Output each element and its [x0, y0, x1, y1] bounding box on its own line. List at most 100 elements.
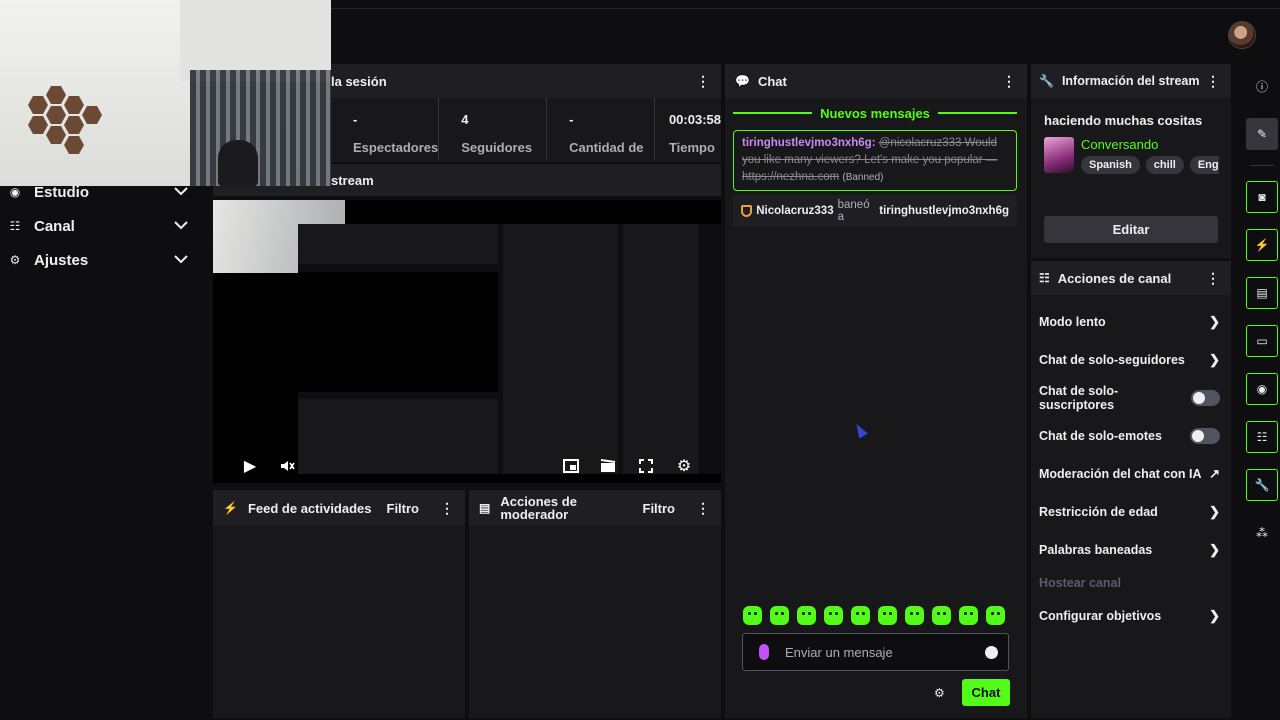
emote-icon[interactable]	[878, 606, 897, 625]
action-label: Modo lento	[1039, 315, 1106, 329]
more-options-icon[interactable]: ⋮	[695, 73, 711, 89]
chevron-down-icon	[174, 219, 194, 233]
chat-bubble-icon[interactable]: ▭	[1246, 325, 1278, 357]
more-options-icon[interactable]: ⋮	[439, 500, 455, 516]
tag[interactable]: chill	[1145, 156, 1184, 174]
broadcast-icon[interactable]: ◉	[1246, 373, 1278, 405]
nested-chat	[503, 224, 618, 474]
action-subscribers-only[interactable]: Chat de solo-suscriptores	[1030, 379, 1230, 417]
camera-icon[interactable]: ◙	[1246, 181, 1278, 213]
pencil-icon[interactable]: ✎	[1246, 118, 1278, 150]
emote-icon[interactable]	[824, 606, 843, 625]
ban-target[interactable]: tiringhustlevjmo3nxh6g	[879, 205, 1009, 217]
stat-label: Seguidores	[461, 140, 533, 155]
action-label: Chat de solo-seguidores	[1039, 353, 1185, 367]
action-label: Configurar objetivos	[1039, 609, 1162, 623]
emote-icon[interactable]	[743, 606, 762, 625]
stat-value: 00:03:58	[668, 112, 721, 127]
action-set-goals[interactable]: Configurar objetivos ❯	[1030, 597, 1230, 635]
stat-value: -	[569, 112, 574, 127]
action-label: Chat de solo-emotes	[1039, 429, 1162, 443]
wrench-icon[interactable]: 🔧	[1246, 469, 1278, 501]
nested-info	[623, 224, 698, 474]
studio-icon: ◉	[9, 185, 21, 199]
edit-button[interactable]: Editar	[1044, 216, 1218, 243]
tag[interactable]: Spanish	[1081, 156, 1140, 174]
mute-icon[interactable]	[277, 456, 297, 476]
action-banned-words[interactable]: Palabras baneadas ❯	[1030, 531, 1230, 569]
send-chat-button[interactable]: Chat	[962, 679, 1010, 706]
info-icon[interactable]: ⓘ	[1246, 70, 1278, 102]
channel-icon[interactable]: ☷	[1246, 421, 1278, 453]
chat-title: Chat	[757, 73, 787, 89]
chat-username[interactable]: tiringhustlevjmo3nxh6g:	[742, 137, 876, 149]
emote-icon[interactable]	[986, 606, 1005, 625]
chat-input-box[interactable]	[742, 633, 1009, 671]
pip-icon[interactable]	[561, 456, 581, 476]
action-emotes-only[interactable]: Chat de solo-emotes	[1030, 417, 1230, 455]
stream-category[interactable]: Conversando	[1081, 137, 1158, 152]
chevron-right-icon: ❯	[1209, 314, 1220, 329]
tag[interactable]: English	[1189, 156, 1219, 174]
stream-preview-video[interactable]	[213, 200, 721, 483]
nested-feeds	[298, 399, 498, 474]
stat-viewers: - Espectadores	[331, 98, 440, 160]
more-options-icon[interactable]: ⋮	[1001, 73, 1017, 89]
emotes-only-toggle[interactable]	[1190, 428, 1220, 444]
stat-followers: 4 Seguidores	[439, 98, 548, 160]
channel-actions-title: Acciones de canal	[1057, 270, 1172, 286]
filter-button[interactable]: Filtro	[643, 501, 676, 516]
wrench-icon: 🔧	[1039, 74, 1054, 88]
emote-icon[interactable]	[932, 606, 951, 625]
more-options-icon[interactable]: ⋮	[1205, 270, 1221, 286]
action-ai-moderation[interactable]: Moderación del chat con IA ↗	[1030, 455, 1230, 493]
action-host-channel: Hostear canal	[1030, 569, 1230, 597]
new-messages-label: Nuevos mensajes	[820, 105, 930, 121]
chevron-right-icon: ❯	[1209, 352, 1220, 367]
emote-icon[interactable]	[959, 606, 978, 625]
action-slow-mode[interactable]: Modo lento ❯	[1030, 303, 1230, 341]
emote-icon[interactable]	[905, 606, 924, 625]
stream-info-header: 🔧 Información del stream ⋮	[1031, 64, 1231, 98]
chat-messages: Nuevos mensajes tiringhustlevjmo3nxh6g: …	[727, 98, 1023, 231]
action-age-restriction[interactable]: Restricción de edad ❯	[1030, 493, 1230, 531]
emote-icon[interactable]	[797, 606, 816, 625]
emoji-icon[interactable]	[985, 645, 998, 659]
chat-bubble-icon: 💬	[735, 74, 750, 88]
integrations-icon[interactable]: ⁂	[1246, 517, 1278, 549]
filter-button[interactable]: Filtro	[387, 501, 420, 516]
stat-amount: - Cantidad de	[547, 98, 655, 160]
nested-stats	[298, 224, 498, 264]
chat-message[interactable]: tiringhustlevjmo3nxh6g: @nicolacruz333 W…	[733, 130, 1017, 191]
right-rail: ⓘ ✎ ◙ ⚡ ▤ ▭ ◉ ☷ 🔧 ⁂	[1236, 62, 1280, 720]
chat-settings-icon[interactable]: ⚙	[934, 686, 945, 700]
action-label: Hostear canal	[1039, 576, 1121, 590]
document-icon[interactable]: ▤	[1246, 277, 1278, 309]
play-icon[interactable]: ▶	[240, 456, 260, 476]
fullscreen-icon[interactable]	[636, 456, 656, 476]
stat-time: 00:03:58 Tiempo	[655, 98, 721, 160]
lightning-icon: ⚡	[223, 501, 238, 515]
sidebar-item-canal[interactable]: ☷ Canal	[0, 209, 208, 243]
ban-action: baneó a	[837, 199, 870, 223]
clip-icon[interactable]	[598, 456, 618, 476]
chevron-right-icon: ❯	[1209, 542, 1220, 557]
action-label: Restricción de edad	[1039, 505, 1158, 519]
chat-input[interactable]	[785, 644, 985, 660]
stream-tags: Spanish chill English	[1081, 156, 1219, 174]
ban-moderator[interactable]: Nicolacruz333	[756, 205, 833, 217]
sidebar-item-ajustes[interactable]: ⚙ Ajustes	[0, 243, 208, 277]
gear-icon: ⚙	[9, 253, 21, 267]
more-options-icon[interactable]: ⋮	[695, 500, 711, 516]
action-followers-only[interactable]: Chat de solo-seguidores ❯	[1030, 341, 1230, 379]
more-options-icon[interactable]: ⋮	[1205, 73, 1221, 89]
emote-icon[interactable]	[770, 606, 789, 625]
settings-icon[interactable]: ⚙	[674, 456, 694, 476]
user-avatar[interactable]	[1228, 21, 1256, 49]
microphone-icon[interactable]	[759, 644, 769, 660]
lightning-icon[interactable]: ⚡	[1246, 229, 1278, 261]
subscribers-only-toggle[interactable]	[1190, 390, 1220, 406]
emote-icon[interactable]	[851, 606, 870, 625]
stat-label: Tiempo	[668, 140, 715, 155]
webcam-overlay	[0, 0, 331, 186]
